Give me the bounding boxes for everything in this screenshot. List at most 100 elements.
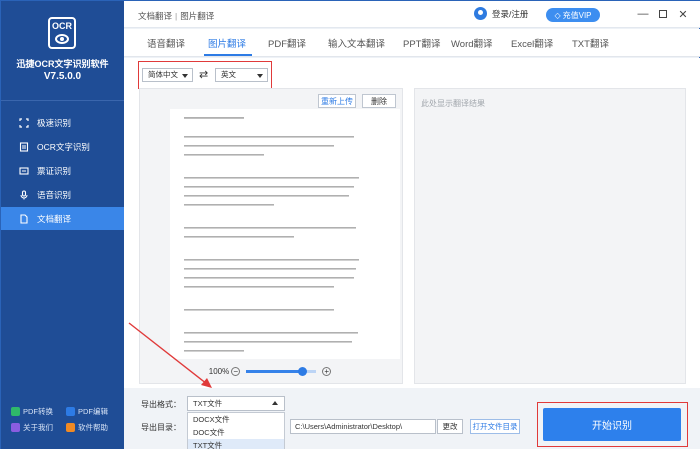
tab-txt-translate[interactable]: TXT翻译 bbox=[572, 36, 609, 50]
sidebar-item-speech[interactable]: 语音识别 bbox=[1, 183, 124, 206]
window-controls: — ✕ bbox=[633, 6, 693, 22]
sidebar-bottom-links: PDF转换 PDF编辑 关于我们 软件帮助 bbox=[11, 406, 121, 438]
source-language-value: 简体中文 bbox=[148, 70, 178, 79]
zoom-out-button[interactable]: − bbox=[231, 366, 241, 376]
result-placeholder: 此处显示翻译结果 bbox=[421, 99, 485, 108]
sidebar-item-label: OCR文字识别 bbox=[37, 141, 90, 152]
zoom-in-button[interactable]: + bbox=[322, 366, 332, 376]
sidebar-item-label: 文档翻译 bbox=[37, 213, 72, 224]
sidebar: OCR 迅捷OCR文字识别软件 V7.5.0.0 极速识别 OCR文字识别 票证… bbox=[1, 1, 124, 449]
chevron-down-icon bbox=[257, 74, 263, 78]
sidebar-item-fast-scan[interactable]: 极速识别 bbox=[1, 111, 124, 134]
sidebar-item-ocr[interactable]: OCR文字识别 bbox=[1, 135, 124, 158]
breadcrumb: 文档翻译 | 图片翻译 bbox=[138, 10, 214, 22]
source-language-select[interactable]: 简体中文 bbox=[142, 68, 193, 82]
active-tab-indicator bbox=[204, 54, 252, 56]
dropdown-option-doc[interactable]: DOC文件 bbox=[188, 426, 284, 439]
chevron-down-icon bbox=[182, 74, 188, 78]
zoom-control: 100% − + bbox=[140, 359, 402, 383]
reupload-button[interactable]: 重新上传 bbox=[318, 94, 356, 108]
sidebar-item-doc-translate[interactable]: 文档翻译 bbox=[1, 207, 124, 230]
about-icon bbox=[11, 423, 20, 432]
document-text-lines bbox=[184, 117, 359, 352]
target-language-select[interactable]: 英文 bbox=[215, 68, 268, 82]
help-icon bbox=[66, 423, 75, 432]
dropdown-option-docx[interactable]: DOCX文件 bbox=[188, 413, 284, 426]
zoom-slider[interactable] bbox=[246, 366, 317, 376]
uploaded-image-preview bbox=[170, 109, 400, 359]
tab-excel-translate[interactable]: Excel翻译 bbox=[511, 36, 553, 50]
vip-label: 充值VIP bbox=[562, 10, 592, 20]
ticket-icon bbox=[19, 166, 29, 176]
tab-text-translate[interactable]: 输入文本翻译 bbox=[328, 36, 385, 50]
open-dir-button[interactable]: 打开文件目录 bbox=[470, 419, 520, 434]
app-window: OCR 迅捷OCR文字识别软件 V7.5.0.0 极速识别 OCR文字识别 票证… bbox=[0, 0, 700, 449]
change-dir-button[interactable]: 更改 bbox=[437, 419, 463, 434]
translation-result-panel: 此处显示翻译结果 bbox=[414, 88, 686, 384]
source-image-panel: 重新上传 删除 100% − + bbox=[139, 88, 403, 384]
login-label: 登录/注册 bbox=[492, 8, 529, 19]
sidebar-nav: 极速识别 OCR文字识别 票证识别 语音识别 文档翻译 bbox=[1, 111, 124, 231]
tab-ppt-translate[interactable]: PPT翻译 bbox=[403, 36, 440, 50]
export-format-select[interactable]: TXT文件 bbox=[187, 396, 285, 411]
title-bar: 文档翻译 | 图片翻译 登录/注册 ◇ 充值VIP — ✕ bbox=[124, 1, 700, 28]
microphone-icon bbox=[19, 189, 29, 200]
start-button-highlight: 开始识别 bbox=[537, 402, 688, 447]
pdf-convert-icon bbox=[11, 407, 20, 416]
maximize-icon bbox=[659, 10, 667, 18]
breadcrumb-item[interactable]: 文档翻译 bbox=[138, 11, 172, 21]
language-selector-group: 简体中文 ⇄ 英文 bbox=[138, 61, 272, 89]
scan-icon bbox=[19, 117, 29, 128]
link-label: 关于我们 bbox=[23, 423, 53, 432]
app-version: V7.5.0.0 bbox=[43, 71, 82, 82]
link-label: PDF转换 bbox=[23, 407, 53, 416]
user-icon bbox=[474, 7, 487, 20]
sidebar-item-ticket[interactable]: 票证识别 bbox=[1, 159, 124, 182]
chevron-up-icon bbox=[272, 401, 278, 405]
target-language-value: 英文 bbox=[221, 70, 236, 79]
zoom-slider-handle[interactable] bbox=[297, 366, 307, 376]
tab-bar: 语音翻译 图片翻译 PDF翻译 输入文本翻译 PPT翻译 Word翻译 Exce… bbox=[124, 29, 700, 57]
sidebar-item-label: 票证识别 bbox=[37, 165, 72, 176]
export-format-label: 导出格式： bbox=[141, 400, 181, 409]
breadcrumb-current: 图片翻译 bbox=[180, 11, 215, 21]
app-name: 迅捷OCR文字识别软件 bbox=[16, 59, 109, 69]
help-link[interactable]: 软件帮助 bbox=[66, 422, 121, 433]
dropdown-option-txt[interactable]: TXT文件 bbox=[188, 439, 284, 449]
tab-word-translate[interactable]: Word翻译 bbox=[451, 36, 493, 50]
tab-speech-translate[interactable]: 语音翻译 bbox=[147, 36, 185, 50]
link-label: 软件帮助 bbox=[78, 423, 108, 432]
export-dir-label: 导出目录： bbox=[141, 423, 181, 432]
login-button[interactable]: 登录/注册 bbox=[474, 7, 528, 20]
export-format-dropdown: DOCX文件 DOC文件 TXT文件 bbox=[187, 412, 285, 449]
pdf-edit-link[interactable]: PDF编辑 bbox=[66, 406, 121, 417]
app-logo: OCR bbox=[48, 17, 76, 49]
maximize-button[interactable] bbox=[653, 6, 673, 22]
main-content: 简体中文 ⇄ 英文 重新上传 删除 100% − + 此处显示翻译结果 导出格式… bbox=[124, 58, 700, 449]
export-dir-input[interactable]: C:\Users\Administrator\Desktop\ bbox=[290, 419, 436, 434]
vip-button[interactable]: ◇ 充值VIP bbox=[546, 8, 600, 22]
tab-image-translate[interactable]: 图片翻译 bbox=[208, 36, 246, 50]
zoom-level: 100% bbox=[208, 366, 230, 376]
sidebar-divider bbox=[1, 100, 124, 101]
sidebar-item-label: 极速识别 bbox=[37, 117, 72, 128]
breadcrumb-separator: | bbox=[175, 11, 178, 21]
document-icon bbox=[19, 213, 29, 224]
pdf-edit-icon bbox=[66, 407, 75, 416]
eye-icon bbox=[55, 34, 69, 44]
swap-languages-icon[interactable]: ⇄ bbox=[199, 68, 208, 81]
zoom-slider-fill bbox=[246, 369, 303, 373]
about-us-link[interactable]: 关于我们 bbox=[11, 422, 66, 433]
link-label: PDF编辑 bbox=[78, 407, 108, 416]
start-recognition-button[interactable]: 开始识别 bbox=[543, 408, 681, 441]
minimize-button[interactable]: — bbox=[633, 6, 653, 22]
pdf-convert-link[interactable]: PDF转换 bbox=[11, 406, 66, 417]
close-button[interactable]: ✕ bbox=[673, 6, 693, 22]
delete-button[interactable]: 删除 bbox=[362, 94, 396, 108]
diamond-icon: ◇ bbox=[554, 10, 561, 20]
tab-pdf-translate[interactable]: PDF翻译 bbox=[268, 36, 306, 50]
export-settings: 导出格式： TXT文件 导出目录： C:\Users\Administrator… bbox=[124, 388, 700, 449]
ocr-icon bbox=[19, 141, 29, 152]
sidebar-item-label: 语音识别 bbox=[37, 189, 72, 200]
logo-text: OCR bbox=[52, 21, 72, 31]
